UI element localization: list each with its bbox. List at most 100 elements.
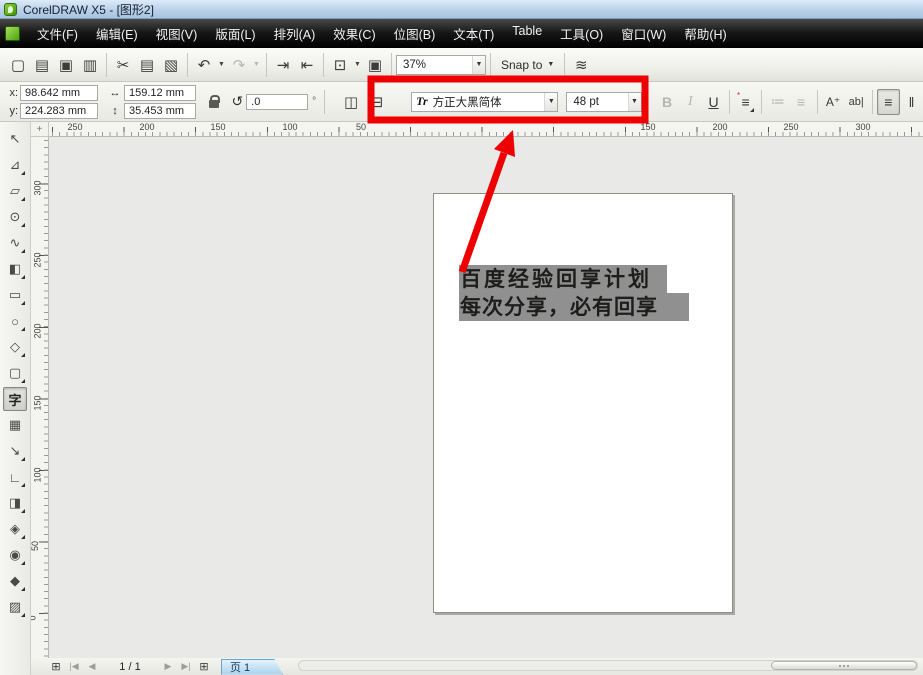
font-list-dropdown-icon[interactable]: ▼ bbox=[544, 92, 558, 111]
ruler-tick-label: 200 bbox=[139, 122, 155, 132]
rotation-angle-field[interactable]: .0 bbox=[246, 93, 309, 110]
ruler-tick-label: 200 bbox=[32, 323, 43, 339]
title-bar: CorelDRAW X5 - [图形2] bbox=[0, 0, 923, 19]
character-formatting-button[interactable]: A⁺ bbox=[821, 89, 844, 115]
rectangle-tool[interactable]: ▭ bbox=[3, 283, 27, 307]
selected-text-object[interactable]: 百度经验回享计划 每次分享，必有回享 bbox=[459, 265, 689, 321]
text-alignment-button[interactable]: * ≡ bbox=[734, 89, 757, 115]
shape-tool[interactable]: ⊿ bbox=[3, 153, 27, 177]
object-size-block: ↔ 159.12 mm ↕ 35.453 mm bbox=[108, 84, 196, 119]
redo-dropdown-icon[interactable]: ▼ bbox=[251, 53, 262, 77]
y-position-field[interactable]: 224.283 mm bbox=[20, 102, 98, 119]
font-size-combo[interactable]: 48 pt ▼ bbox=[566, 91, 642, 112]
menu-item[interactable]: Table bbox=[503, 19, 551, 48]
menu-item[interactable]: 文件(F) bbox=[28, 19, 87, 48]
interactive-fill-tool[interactable]: ▨ bbox=[3, 595, 27, 619]
blend-tool[interactable]: ◨ bbox=[3, 491, 27, 515]
font-size-dropdown-icon[interactable]: ▼ bbox=[627, 92, 641, 111]
ruler-origin[interactable]: + bbox=[31, 122, 49, 137]
add-page-icon[interactable]: ⊞ bbox=[195, 659, 213, 674]
font-list-combo[interactable]: Tr 方正大黑简体 ▼ bbox=[411, 91, 559, 112]
crop-tool[interactable]: ▱ bbox=[3, 179, 27, 203]
italic-button[interactable]: I bbox=[679, 89, 702, 115]
edit-text-button[interactable]: ab| bbox=[845, 89, 868, 115]
export-icon[interactable]: ⇤ bbox=[295, 53, 319, 77]
text-tool[interactable]: 字 bbox=[3, 387, 27, 411]
undo-dropdown-icon[interactable]: ▼ bbox=[216, 53, 227, 77]
horizontal-scrollbar-thumb[interactable] bbox=[771, 661, 917, 670]
mirror-horizontal-icon[interactable]: ◫ bbox=[339, 90, 363, 114]
application-launcher-dropdown-icon[interactable]: ▼ bbox=[352, 53, 363, 77]
first-page-icon[interactable]: |◀ bbox=[65, 659, 83, 674]
x-position-field[interactable]: 98.642 mm bbox=[20, 84, 98, 101]
copy-icon[interactable]: ▤ bbox=[135, 53, 159, 77]
new-document-icon[interactable]: ▢ bbox=[6, 53, 30, 77]
page-tab[interactable]: 页 1 bbox=[221, 659, 283, 675]
mirror-buttons: ◫ ⊟ bbox=[339, 90, 389, 114]
smart-fill-tool[interactable]: ◧ bbox=[3, 257, 27, 281]
underline-button[interactable]: U bbox=[702, 89, 725, 115]
paste-icon[interactable]: ▧ bbox=[159, 53, 183, 77]
freehand-tool[interactable]: ∿ bbox=[3, 231, 27, 255]
menu-item[interactable]: 帮助(H) bbox=[675, 19, 735, 48]
basic-shapes-tool[interactable]: ▢ bbox=[3, 361, 27, 385]
zoom-tool[interactable]: ⊙ bbox=[3, 205, 27, 229]
connector-tool[interactable]: ∟ bbox=[3, 465, 27, 489]
document-page[interactable]: 百度经验回享计划 每次分享，必有回享 bbox=[433, 193, 733, 613]
menu-item[interactable]: 工具(O) bbox=[551, 19, 612, 48]
open-icon[interactable]: ▤ bbox=[30, 53, 54, 77]
print-icon[interactable]: ▥ bbox=[78, 53, 102, 77]
ruler-origin-icon: + bbox=[36, 123, 43, 135]
table-tool[interactable]: ▦ bbox=[3, 413, 27, 437]
last-page-icon[interactable]: ▶| bbox=[177, 659, 195, 674]
horizontal-text-button[interactable]: ≡ bbox=[876, 88, 900, 115]
menu-item[interactable]: 位图(B) bbox=[385, 19, 445, 48]
lock-ratio-button[interactable] bbox=[204, 91, 223, 113]
zoom-dropdown-icon[interactable]: ▼ bbox=[472, 55, 485, 74]
ruler-tick-label: 250 bbox=[67, 122, 83, 132]
ellipse-tool[interactable]: ○ bbox=[3, 309, 27, 333]
drawing-canvas[interactable]: 百度经验回享计划 每次分享，必有回享 bbox=[49, 137, 923, 658]
previous-page-icon[interactable]: ◀ bbox=[83, 659, 101, 674]
document-icon bbox=[5, 26, 20, 41]
outline-pen-tool[interactable]: ◉ bbox=[3, 543, 27, 567]
drop-cap-button[interactable]: ≡ bbox=[789, 89, 812, 115]
horizontal-scrollbar[interactable] bbox=[298, 660, 918, 671]
property-bar: x: 98.642 mm y: 224.283 mm ↔ 159.12 mm ↕… bbox=[0, 82, 923, 122]
add-page-icon[interactable]: ⊞ bbox=[47, 659, 65, 674]
next-page-icon[interactable]: ▶ bbox=[159, 659, 177, 674]
object-height-field[interactable]: 35.453 mm bbox=[124, 102, 196, 119]
application-launcher-icon[interactable]: ⊡ bbox=[328, 53, 352, 77]
menu-item[interactable]: 文本(T) bbox=[444, 19, 503, 48]
undo-icon[interactable]: ↶ bbox=[192, 53, 216, 77]
menu-item[interactable]: 编辑(E) bbox=[87, 19, 147, 48]
menu-item[interactable]: 窗口(W) bbox=[612, 19, 675, 48]
bulleted-list-button[interactable]: ≔ bbox=[766, 89, 789, 115]
bold-button[interactable]: B bbox=[656, 89, 679, 115]
horizontal-ruler[interactable]: 250 200 150 100 50 150 200 250 300 bbox=[49, 122, 923, 137]
menu-item[interactable]: 视图(V) bbox=[147, 19, 207, 48]
eyedropper-tool[interactable]: ◈ bbox=[3, 517, 27, 541]
menu-item[interactable]: 效果(C) bbox=[324, 19, 384, 48]
mirror-vertical-icon[interactable]: ⊟ bbox=[365, 90, 389, 114]
vertical-ruler[interactable]: millimeters 300250200150100500 bbox=[21, 137, 49, 658]
object-width-icon: ↔ bbox=[109, 86, 121, 99]
fill-tool[interactable]: ◆ bbox=[3, 569, 27, 593]
menu-item[interactable]: 版面(L) bbox=[206, 19, 264, 48]
dimension-tool[interactable]: ↘ bbox=[3, 439, 27, 463]
redo-icon[interactable]: ↷ bbox=[227, 53, 251, 77]
options-icon[interactable]: ≋ bbox=[569, 53, 593, 77]
menu-item[interactable]: 排列(A) bbox=[265, 19, 325, 48]
polygon-tool[interactable]: ◇ bbox=[3, 335, 27, 359]
import-icon[interactable]: ⇥ bbox=[271, 53, 295, 77]
pick-tool[interactable]: ↖ bbox=[3, 127, 27, 151]
snap-to-dropdown-icon: ▼ bbox=[547, 61, 555, 68]
cut-icon[interactable]: ✂ bbox=[111, 53, 135, 77]
zoom-level-combo[interactable]: 37% ▼ bbox=[396, 54, 486, 75]
welcome-screen-icon[interactable]: ▣ bbox=[363, 53, 387, 77]
object-width-field[interactable]: 159.12 mm bbox=[124, 84, 196, 101]
font-name-value: 方正大黑简体 bbox=[432, 96, 502, 109]
save-icon[interactable]: ▣ bbox=[54, 53, 78, 77]
vertical-text-button[interactable]: ‖ bbox=[900, 89, 923, 115]
snap-to-button[interactable]: Snap to ▼ bbox=[495, 58, 560, 72]
